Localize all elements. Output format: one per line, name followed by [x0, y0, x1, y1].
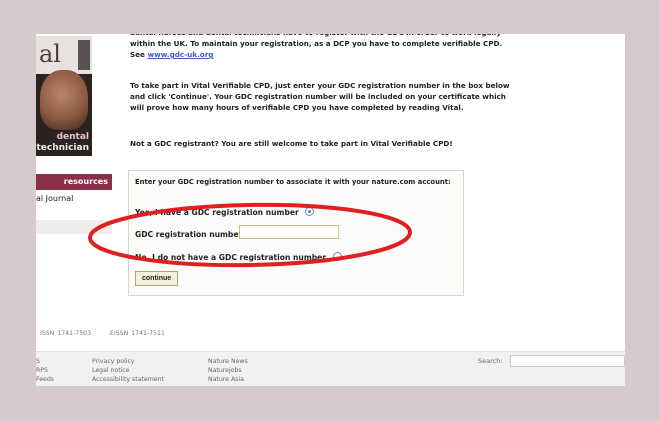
site-footer: S RPS Feeds Privacy policy Legal notice …: [36, 351, 625, 386]
accessibility-link[interactable]: Accessibility statement: [92, 375, 164, 384]
issn-online: EISSN 1741-7511: [109, 330, 165, 337]
nature-asia-link[interactable]: Nature Asia: [208, 375, 248, 384]
gdc-number-input[interactable]: [239, 225, 339, 239]
no-radio[interactable]: [332, 252, 342, 261]
form-heading: Enter your GDC registration number to as…: [135, 178, 451, 186]
cover-title: al: [39, 40, 61, 68]
gdc-website-link[interactable]: www.gdc-uk.org: [147, 50, 213, 59]
nature-news-link[interactable]: Nature News: [208, 357, 248, 366]
continue-button[interactable]: continue: [135, 271, 179, 286]
legal-notice-link[interactable]: Legal notice: [92, 366, 164, 375]
footer-link[interactable]: RPS: [36, 366, 54, 375]
search-label: Search:: [478, 357, 503, 365]
issn-line: ISSN 1741-7503 EISSN 1741-7511: [40, 330, 181, 337]
footer-column-2: Privacy policy Legal notice Accessibilit…: [92, 357, 164, 384]
no-option-label: No, I do not have a GDC registration num…: [135, 253, 327, 262]
footer-column-3: Nature News Naturejobs Nature Asia: [208, 357, 248, 384]
intro-paragraph-2: To take part in Vital Verifiable CPD, ju…: [130, 81, 510, 112]
resources-heading: resources: [36, 174, 112, 190]
yes-option-row[interactable]: Yes, I have a GDC registration number: [135, 207, 315, 217]
nav-divider: [36, 220, 112, 234]
cover-line1: dental: [56, 132, 89, 142]
footer-column-1: S RPS Feeds: [36, 357, 54, 384]
intro-paragraph-3: Not a GDC registrant? You are still welc…: [130, 139, 453, 148]
cover-side-strip: [78, 40, 90, 70]
cover-line2: technician: [36, 143, 89, 153]
footer-link[interactable]: S: [36, 357, 54, 366]
footer-link[interactable]: Feeds: [36, 375, 54, 384]
magazine-cover-image[interactable]: al dental technician: [36, 36, 92, 156]
screenshot-frame: al dental technician resources al Journa…: [36, 34, 625, 386]
no-option-row[interactable]: No, I do not have a GDC registration num…: [135, 252, 342, 262]
intro-paragraph-1: dental nurses and dental technicians hav…: [130, 34, 510, 60]
cover-portrait: [40, 70, 88, 130]
yes-option-label: Yes, I have a GDC registration number: [135, 208, 299, 217]
issn-print: ISSN 1741-7503: [40, 330, 92, 337]
registration-number-label: GDC registration number:: [135, 230, 246, 239]
privacy-policy-link[interactable]: Privacy policy: [92, 357, 164, 366]
search-input[interactable]: [510, 355, 625, 367]
naturejobs-link[interactable]: Naturejobs: [208, 366, 248, 375]
yes-radio[interactable]: [305, 207, 315, 216]
gdc-registration-form: Enter your GDC registration number to as…: [128, 170, 464, 296]
nav-link-journal[interactable]: al Journal: [36, 194, 112, 203]
